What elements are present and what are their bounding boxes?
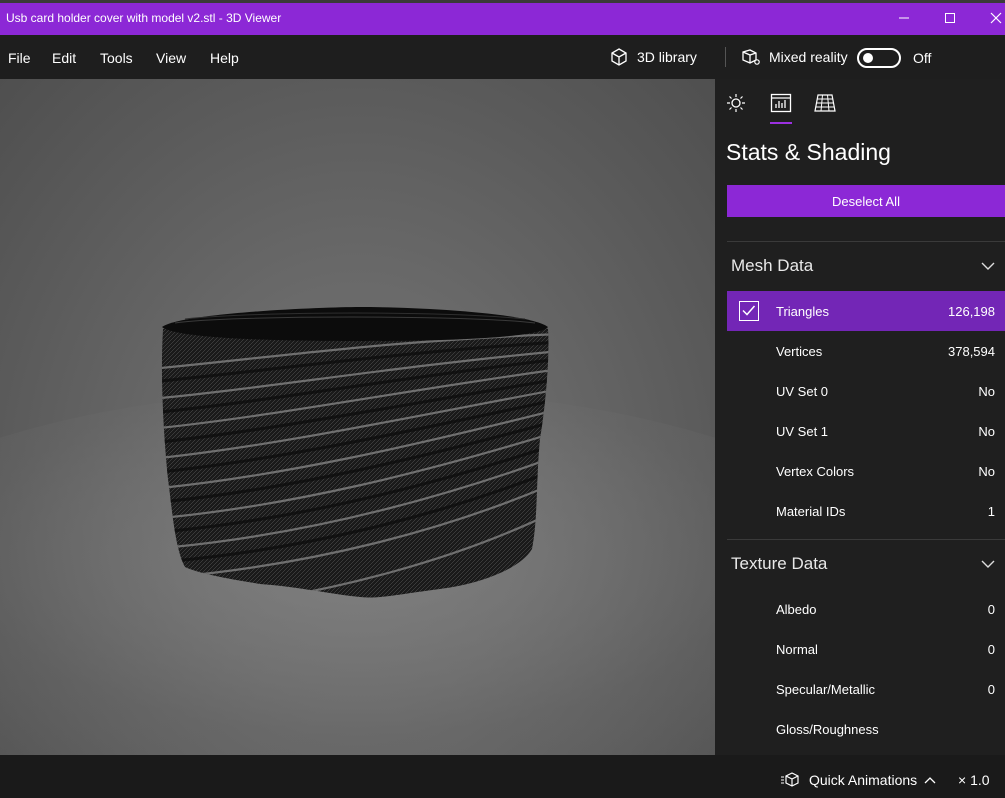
- quick-animations-label: Quick Animations: [809, 772, 918, 788]
- menu-tools[interactable]: Tools: [100, 50, 133, 66]
- checkbox[interactable]: [739, 301, 759, 321]
- minimize-button[interactable]: [889, 5, 919, 31]
- mesh-row-vertices[interactable]: Vertices 378,594: [727, 331, 1005, 371]
- texture-row-gloss-roughness[interactable]: Gloss/Roughness: [727, 709, 1005, 753]
- section-divider: [727, 241, 1005, 242]
- deselect-all-button[interactable]: Deselect All: [727, 185, 1005, 217]
- row-value: No: [978, 424, 995, 439]
- mixed-reality-toggle[interactable]: [857, 48, 901, 68]
- taskbar-strip: [0, 0, 1005, 3]
- section-divider: [727, 539, 1005, 540]
- row-label: Specular/Metallic: [776, 682, 875, 697]
- row-value: No: [978, 464, 995, 479]
- animation-speed[interactable]: × 1.0: [958, 772, 990, 788]
- stats-icon: [770, 93, 792, 113]
- row-label: UV Set 1: [776, 424, 829, 439]
- panel-title: Stats & Shading: [726, 139, 891, 165]
- tab-stats[interactable]: [769, 93, 793, 113]
- row-value: 0: [987, 682, 995, 697]
- menu-bar: File Edit Tools View Help 3D library Mix…: [0, 35, 1005, 79]
- row-value: 126,198: [948, 304, 995, 319]
- texture-row-specular-metallic[interactable]: Specular/Metallic 0: [727, 669, 1005, 709]
- chevron-down-icon[interactable]: [980, 260, 996, 272]
- row-value: 1: [987, 504, 995, 519]
- tab-grid[interactable]: [813, 93, 837, 113]
- row-label: Vertices: [776, 344, 823, 359]
- menu-edit[interactable]: Edit: [52, 50, 76, 66]
- sun-icon: [727, 94, 745, 112]
- chevron-up-icon: [924, 777, 936, 784]
- menu-view[interactable]: View: [156, 50, 186, 66]
- 3d-viewport[interactable]: [0, 79, 715, 755]
- active-tab-indicator: [770, 122, 792, 124]
- maximize-icon: [945, 13, 955, 23]
- 3d-library-button[interactable]: 3D library: [609, 45, 697, 69]
- close-button[interactable]: [981, 5, 1005, 31]
- row-label: Normal: [776, 642, 818, 657]
- 3d-model[interactable]: [0, 79, 715, 755]
- checkmark-icon: [742, 305, 756, 316]
- texture-row-normal[interactable]: Normal 0: [727, 629, 1005, 669]
- animation-icon: [781, 772, 799, 787]
- maximize-button[interactable]: [935, 5, 965, 31]
- mesh-row-uv-set-1[interactable]: UV Set 1 No: [727, 411, 1005, 451]
- row-label: Vertex Colors: [776, 464, 855, 479]
- mixed-reality-label: Mixed reality: [769, 49, 848, 65]
- row-label: UV Set 0: [776, 384, 829, 399]
- chevron-down-icon[interactable]: [980, 558, 996, 570]
- mesh-data-header[interactable]: Mesh Data: [731, 256, 813, 276]
- row-label: Gloss/Roughness: [776, 722, 879, 737]
- texture-data-header[interactable]: Texture Data: [731, 554, 827, 574]
- row-label: Material IDs: [776, 504, 846, 519]
- row-label: Albedo: [776, 602, 817, 617]
- row-value: 0: [987, 602, 995, 617]
- quick-animations-button[interactable]: Quick Animations: [781, 771, 937, 789]
- row-value: No: [978, 384, 995, 399]
- toggle-knob: [863, 53, 873, 63]
- row-value: 378,594: [948, 344, 995, 359]
- menu-help[interactable]: Help: [210, 50, 239, 66]
- minimize-icon: [899, 17, 909, 19]
- texture-row-albedo[interactable]: Albedo 0: [727, 589, 1005, 629]
- tab-lighting[interactable]: [724, 93, 748, 113]
- mixed-reality-button[interactable]: Mixed reality: [741, 45, 848, 69]
- row-value: 0: [987, 642, 995, 657]
- title-bar: Usb card holder cover with model v2.stl …: [0, 0, 1005, 35]
- mesh-row-uv-set-0[interactable]: UV Set 0 No: [727, 371, 1005, 411]
- mesh-row-vertex-colors[interactable]: Vertex Colors No: [727, 451, 1005, 491]
- close-icon: [990, 12, 1002, 24]
- toggle-state: Off: [913, 50, 932, 66]
- menu-file[interactable]: File: [8, 50, 31, 66]
- cube-icon: [611, 48, 627, 66]
- row-label: Triangles: [776, 304, 829, 319]
- mesh-row-triangles[interactable]: Triangles 126,198: [727, 291, 1005, 331]
- menu-separator: [725, 47, 726, 67]
- 3d-library-label: 3D library: [637, 49, 697, 65]
- grid-icon: [814, 94, 836, 112]
- mesh-row-material-ids[interactable]: Material IDs 1: [727, 491, 1005, 531]
- window-title: Usb card holder cover with model v2.stl …: [6, 11, 282, 25]
- mixed-reality-icon: [742, 49, 760, 65]
